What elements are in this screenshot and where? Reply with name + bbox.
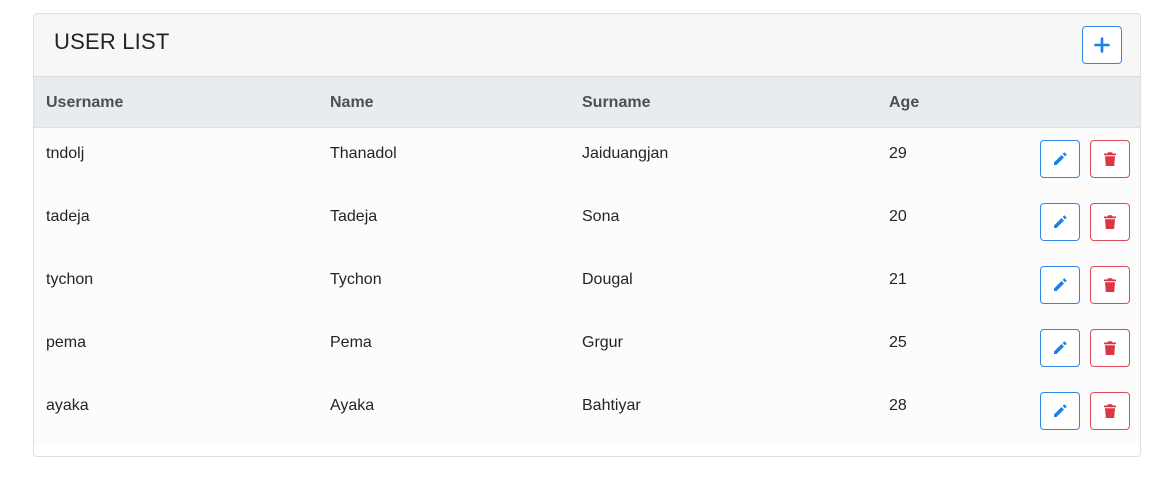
table-body: tndolj Thanadol Jaiduangjan 29 tadeja Ta… [34,128,1140,443]
pencil-icon [1052,277,1068,293]
trash-icon [1103,340,1117,356]
pencil-icon [1052,214,1068,230]
table-header: Username Name Surname Age [34,77,1140,128]
trash-icon [1103,403,1117,419]
delete-user-button[interactable] [1090,329,1130,367]
cell-surname: Jaiduangjan [582,145,669,162]
edit-user-button[interactable] [1040,329,1080,367]
cell-username: tychon [46,271,94,288]
table-row: ayaka Ayaka Bahtiyar 28 [34,380,1140,443]
user-list-card: USER LIST Username Name Surname Age tndo… [33,13,1141,457]
trash-icon [1103,277,1117,293]
table-row: tychon Tychon Dougal 21 [34,254,1140,317]
edit-user-button[interactable] [1040,266,1080,304]
delete-user-button[interactable] [1090,140,1130,178]
cell-surname: Sona [582,208,620,225]
edit-user-button[interactable] [1040,392,1080,430]
delete-user-button[interactable] [1090,392,1130,430]
column-header-surname: Surname [582,94,651,111]
cell-name: Ayaka [330,397,375,414]
cell-name: Thanadol [330,145,397,162]
edit-user-button[interactable] [1040,203,1080,241]
column-header-age: Age [889,94,920,111]
card-header: USER LIST [34,14,1140,77]
delete-user-button[interactable] [1090,266,1130,304]
delete-user-button[interactable] [1090,203,1130,241]
pencil-icon [1052,403,1068,419]
cell-username: pema [46,334,87,351]
cell-surname: Bahtiyar [582,397,641,414]
cell-surname: Grgur [582,334,623,351]
cell-name: Tychon [330,271,382,288]
plus-icon [1094,37,1110,53]
pencil-icon [1052,340,1068,356]
cell-username: tndolj [46,145,85,162]
cell-age: 20 [889,208,907,225]
cell-name: Pema [330,334,372,351]
table-row: tndolj Thanadol Jaiduangjan 29 [34,128,1140,191]
table-row: pema Pema Grgur 25 [34,317,1140,380]
trash-icon [1103,214,1117,230]
cell-age: 21 [889,271,907,288]
edit-user-button[interactable] [1040,140,1080,178]
column-header-username: Username [46,94,124,111]
cell-username: tadeja [46,208,90,225]
cell-age: 25 [889,334,907,351]
cell-age: 29 [889,145,907,162]
pencil-icon [1052,151,1068,167]
cell-age: 28 [889,397,907,414]
cell-name: Tadeja [330,208,378,225]
cell-surname: Dougal [582,271,633,288]
column-header-name: Name [330,94,374,111]
cell-username: ayaka [46,397,89,414]
page-title: USER LIST [54,29,170,54]
trash-icon [1103,151,1117,167]
add-user-button[interactable] [1082,26,1122,64]
table-row: tadeja Tadeja Sona 20 [34,191,1140,254]
